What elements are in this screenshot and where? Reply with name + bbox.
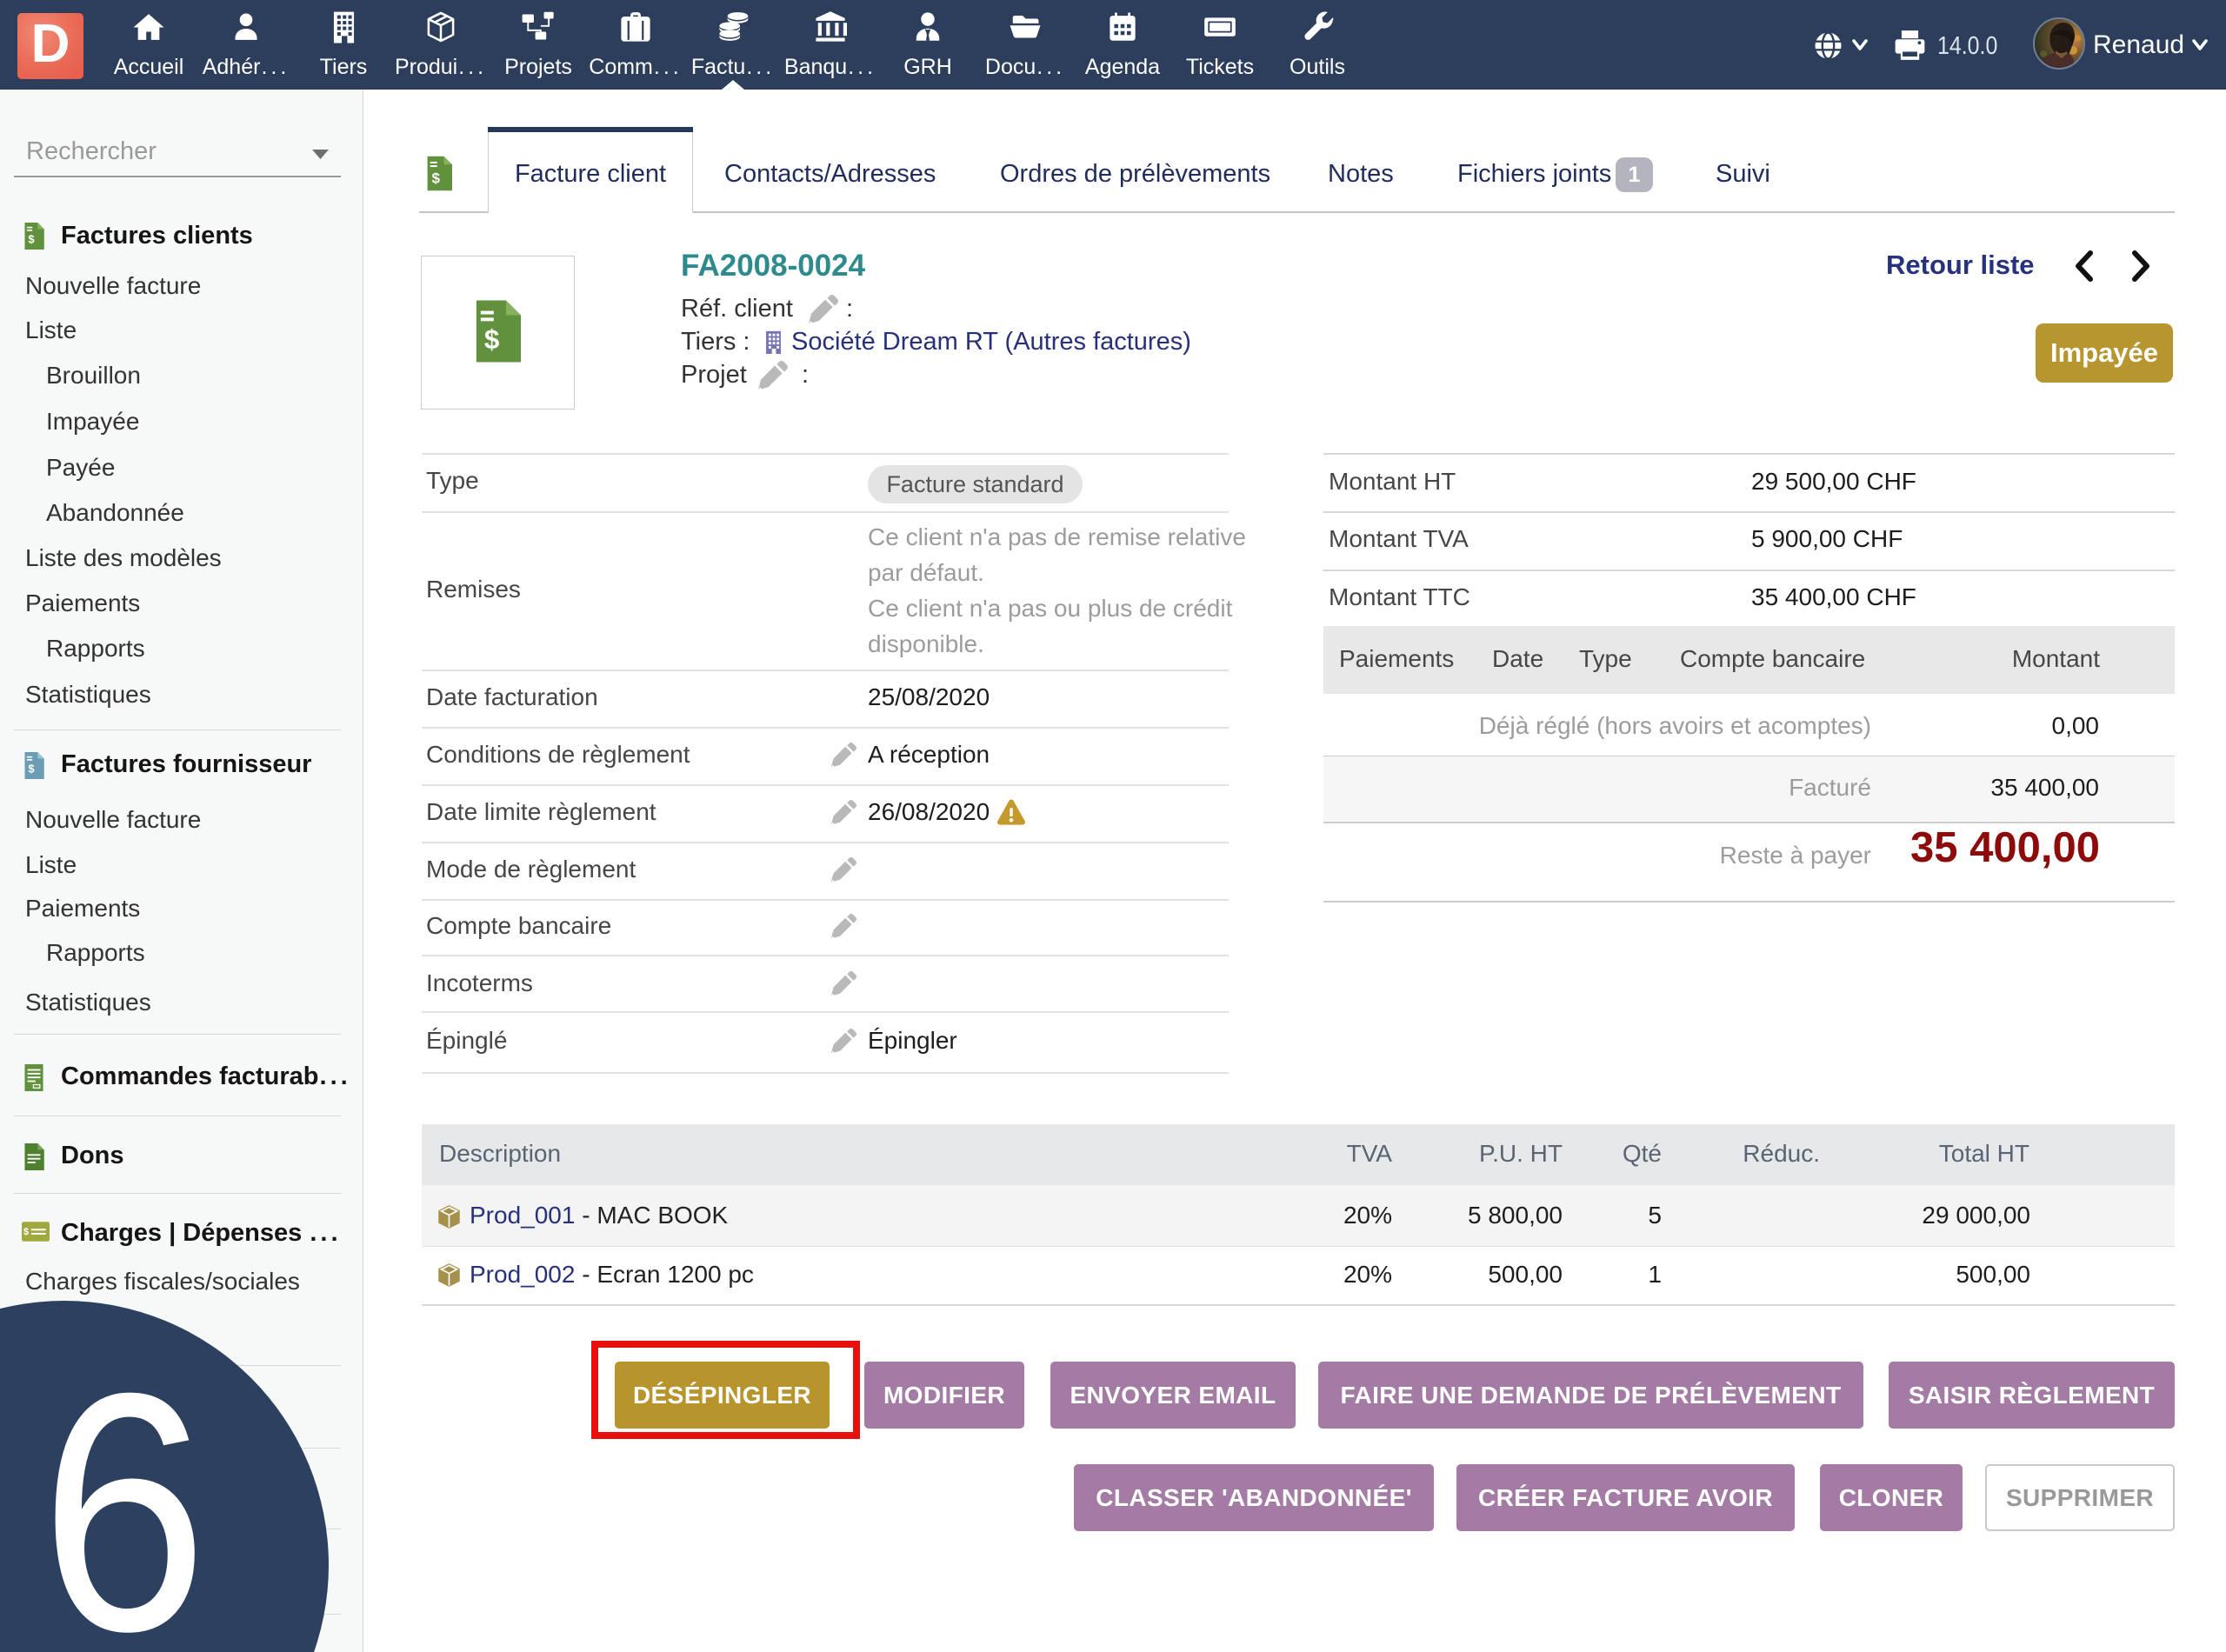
svg-text:$: $ [484,324,499,355]
svg-text:$: $ [28,763,35,776]
svg-text:$: $ [431,170,440,186]
svg-text:$: $ [23,1227,29,1237]
svg-text:$: $ [28,233,35,246]
